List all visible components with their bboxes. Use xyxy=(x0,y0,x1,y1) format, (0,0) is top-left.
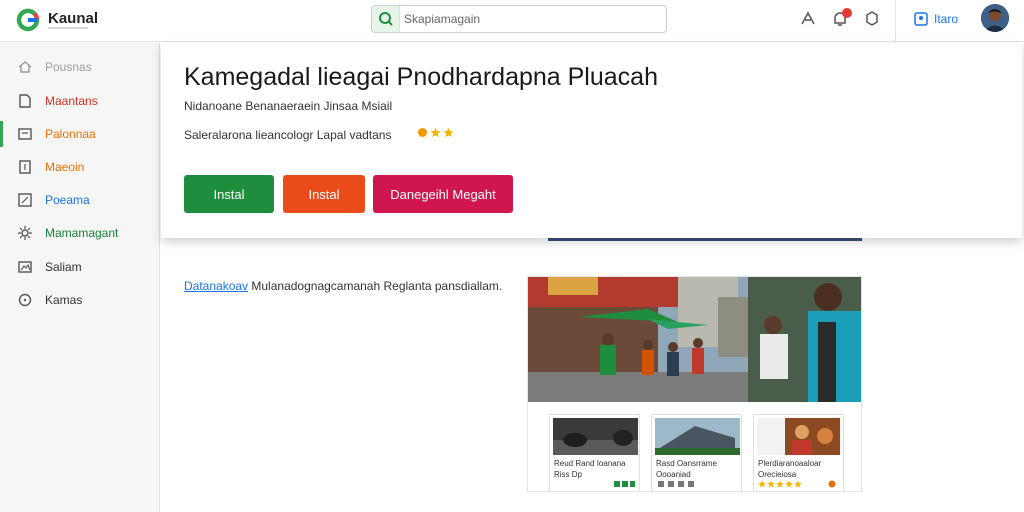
thumbnail-title: Reud Rand Ioanana xyxy=(554,459,626,468)
screenshot-main[interactable] xyxy=(528,277,861,402)
sidebar-item-label: Maantans xyxy=(45,94,98,108)
sidebar-item-label: Pousnas xyxy=(45,60,92,74)
media-gallery: Reud Rand Ioanana Riss Dp Rasd Oansrrame… xyxy=(527,276,862,492)
search-input[interactable] xyxy=(404,9,659,29)
star-icon xyxy=(430,127,441,138)
star-icon xyxy=(443,127,454,138)
account-label: Itaro xyxy=(934,12,959,26)
edit-icon xyxy=(18,193,32,207)
sidebar-item-label: Mamamagant xyxy=(45,226,119,240)
app-logo-icon[interactable] xyxy=(14,6,42,34)
install-button[interactable]: Instal xyxy=(184,175,274,213)
app-name: Kaunal xyxy=(48,10,99,27)
sidebar-item-label: Saliam xyxy=(45,260,82,274)
sidebar-item-kamas[interactable]: Kamas xyxy=(0,287,160,313)
page-title: Kamegadal lieagai Pnodhardapna Pluacah xyxy=(184,63,658,91)
description-link[interactable]: Datanakoav xyxy=(184,279,248,293)
document-icon xyxy=(19,160,31,174)
gear-icon xyxy=(18,226,32,240)
sidebar-item-label: Poeama xyxy=(45,193,90,207)
install-secondary-button[interactable]: Instal xyxy=(283,175,365,213)
developer-line: Nidanoane Benanaeraein Jinsaa Msiail xyxy=(184,99,393,113)
thumbnail-image xyxy=(553,418,638,455)
rating-dot-icon xyxy=(418,128,427,137)
settings-icon[interactable] xyxy=(862,9,882,29)
thumbnail-rating xyxy=(758,480,836,488)
sidebar-item-pousnas[interactable]: Pousnas xyxy=(0,54,160,80)
top-bar: Kaunal Itaro xyxy=(0,0,1024,42)
screenshot-thumbnail[interactable]: Plerdiaranoaaloar Orecieiosa xyxy=(753,414,844,492)
home-icon xyxy=(18,61,32,73)
screenshot-thumbnail[interactable]: Reud Rand Ioanana Riss Dp xyxy=(549,414,640,492)
list-icon xyxy=(18,128,32,140)
description: Datanakoav Mulanadognagcamanah Reglanta … xyxy=(184,279,502,293)
danger-button[interactable]: Danegeihl Megaht xyxy=(373,175,513,213)
sidebar: Pousnas Maantans Palonnaa Maeoin Poeama … xyxy=(0,43,160,512)
sidebar-item-poeama[interactable]: Poeama xyxy=(0,187,160,213)
notification-badge xyxy=(842,8,852,18)
avatar[interactable] xyxy=(981,4,1009,32)
thumbnail-icons xyxy=(658,481,694,487)
rating xyxy=(417,127,454,138)
description-text: Mulanadognagcamanah Reglanta pansdiallam… xyxy=(251,279,503,293)
sidebar-item-label: Maeoin xyxy=(45,160,85,174)
thumbnail-subtitle: Orecieiosa xyxy=(758,470,797,479)
file-icon xyxy=(19,94,31,108)
thumbnail-subtitle: Oooaniad xyxy=(656,470,691,479)
sidebar-item-label: Kamas xyxy=(45,293,83,307)
thumbnail-icons xyxy=(614,481,635,487)
sidebar-item-palonnaa[interactable]: Palonnaa xyxy=(0,121,160,147)
account-icon xyxy=(914,12,928,26)
header-divider xyxy=(895,0,896,42)
app-name-underline xyxy=(48,27,88,29)
search-bar[interactable] xyxy=(371,5,667,33)
image-icon xyxy=(18,261,32,273)
thumbnail-subtitle: Riss Dp xyxy=(554,470,583,479)
search-icon[interactable] xyxy=(372,6,400,32)
account-button[interactable]: Itaro xyxy=(914,10,958,28)
thumbnail-image xyxy=(757,418,842,455)
sidebar-item-mamamagant[interactable]: Mamamagant xyxy=(0,220,160,246)
app-meta: Saleralarona lieancologr Lapal vadtans xyxy=(184,128,392,142)
sidebar-item-label: Palonnaa xyxy=(45,127,96,141)
share-icon[interactable] xyxy=(798,9,818,29)
sidebar-item-maeoin[interactable]: Maeoin xyxy=(0,154,160,180)
active-indicator xyxy=(0,121,3,147)
sidebar-item-maantans[interactable]: Maantans xyxy=(0,88,160,114)
thumbnail-title: Rasd Oansrrame xyxy=(656,459,717,468)
screenshot-thumbnail[interactable]: Rasd Oansrrame Oooaniad xyxy=(651,414,742,492)
thumbnail-title: Plerdiaranoaaloar xyxy=(758,459,822,468)
info-icon xyxy=(18,293,32,307)
thumbnail-image xyxy=(655,418,740,455)
sidebar-item-saliam[interactable]: Saliam xyxy=(0,254,160,280)
